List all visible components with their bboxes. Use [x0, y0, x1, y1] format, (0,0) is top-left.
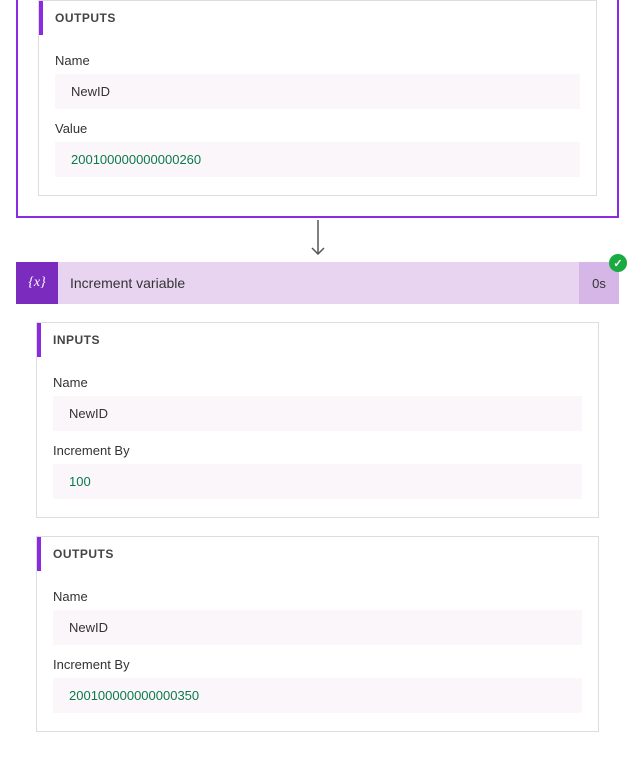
outputs-header: OUTPUTS: [37, 537, 598, 571]
outputs-header: OUTPUTS: [39, 1, 596, 35]
inputs-card: INPUTS Name NewID Increment By 100: [36, 322, 599, 518]
field-value-name: NewID: [55, 74, 580, 109]
action-increment-variable[interactable]: {x} Increment variable 0s ✓: [16, 262, 619, 304]
field-name: Name NewID: [53, 369, 582, 431]
variable-icon: {x}: [16, 262, 58, 304]
field-value: Value 200100000000000260: [55, 115, 580, 177]
field-label-increment: Increment By: [53, 651, 582, 678]
field-name: Name NewID: [53, 583, 582, 645]
field-name: Name NewID: [55, 47, 580, 109]
flow-arrow: [0, 218, 635, 262]
field-value-name: NewID: [53, 396, 582, 431]
success-status-icon: ✓: [609, 254, 627, 272]
field-value-name: NewID: [53, 610, 582, 645]
previous-step-container: OUTPUTS Name NewID Value 200100000000000…: [16, 0, 619, 218]
outputs-body: Name NewID Increment By 2001000000000003…: [37, 571, 598, 731]
field-label-name: Name: [53, 369, 582, 396]
field-label-name: Name: [53, 583, 582, 610]
arrow-down-icon: [308, 220, 328, 260]
field-increment: Increment By 100: [53, 437, 582, 499]
field-label-increment: Increment By: [53, 437, 582, 464]
field-label-value: Value: [55, 115, 580, 142]
inputs-header: INPUTS: [37, 323, 598, 357]
field-label-name: Name: [55, 47, 580, 74]
field-value-increment: 100: [53, 464, 582, 499]
outputs-body: Name NewID Value 200100000000000260: [39, 35, 596, 195]
outputs-card: OUTPUTS Name NewID Value 200100000000000…: [38, 0, 597, 196]
inputs-body: Name NewID Increment By 100: [37, 357, 598, 517]
action-details: INPUTS Name NewID Increment By 100 OUTPU…: [16, 304, 619, 732]
field-value-increment: 200100000000000350: [53, 678, 582, 713]
outputs-card: OUTPUTS Name NewID Increment By 20010000…: [36, 536, 599, 732]
field-increment: Increment By 200100000000000350: [53, 651, 582, 713]
field-value-value: 200100000000000260: [55, 142, 580, 177]
action-title: Increment variable: [58, 262, 579, 304]
